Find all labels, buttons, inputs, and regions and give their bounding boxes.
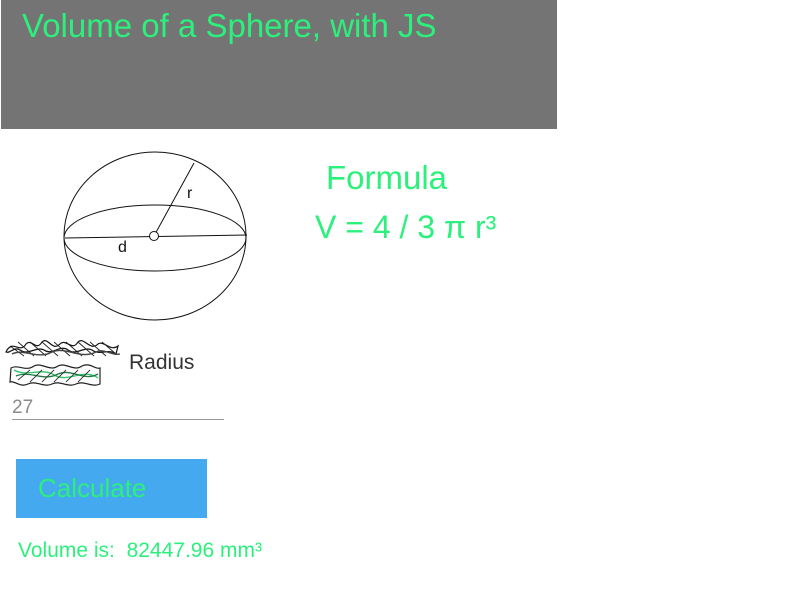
diameter-marker-label: d (118, 239, 127, 256)
radius-label: Radius (129, 351, 195, 374)
result-text: Volume is: 82447.96 mm³ (18, 539, 262, 563)
scribble-image (5, 340, 121, 386)
result-unit: mm³ (220, 539, 262, 562)
sphere-center (149, 231, 159, 241)
formula-expression: V = 4 / 3 π r³ (315, 209, 497, 245)
result-prefix: Volume is: (18, 539, 115, 562)
radius-input[interactable] (12, 397, 224, 420)
radius-marker-label: r (187, 185, 193, 202)
result-value: 82447.96 (126, 539, 215, 562)
formula-heading: Formula (326, 159, 448, 196)
sphere-diagram: r d (63, 151, 248, 321)
page: Volume of a Sphere, with JS r d Formula … (0, 0, 800, 600)
calculate-button[interactable]: Calculate (16, 459, 207, 518)
header-banner: Volume of a Sphere, with JS (1, 0, 557, 129)
page-title: Volume of a Sphere, with JS (22, 7, 437, 44)
